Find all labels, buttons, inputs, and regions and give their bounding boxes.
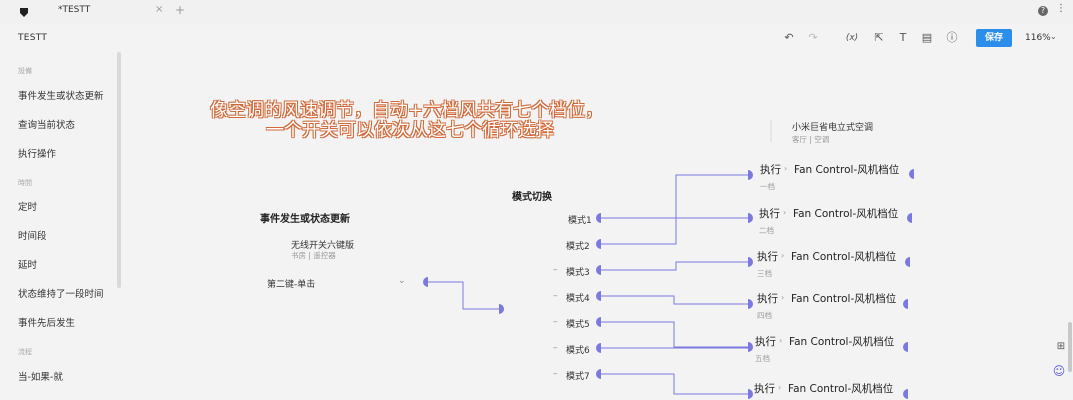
device-card-location: 客厅 | 空调 (792, 135, 830, 144)
trigger-title: 事件发生或状态更新 (260, 214, 350, 225)
action-6-target[interactable]: Fan Control-风机档位 (788, 381, 893, 396)
remove-mode-icon[interactable]: – (553, 343, 558, 353)
action-4-value: 四档 (757, 311, 772, 320)
chevron-right-icon: › (781, 251, 785, 260)
note-line-2: 一个开关可以依次从这七个循环选择 (266, 120, 554, 141)
chevron-right-icon: › (779, 336, 783, 345)
mode-1[interactable]: 模式1 (568, 213, 592, 226)
mode-6[interactable]: 模式6 (566, 343, 590, 356)
mode-5[interactable]: 模式5 (566, 317, 590, 330)
mode-4[interactable]: 模式4 (566, 291, 590, 304)
mode-switch-title: 模式切换 (512, 192, 552, 203)
assistant-icon[interactable]: ☺ (1052, 364, 1066, 378)
remove-mode-icon[interactable]: – (553, 291, 558, 301)
action-2-target[interactable]: Fan Control-风机档位 (793, 206, 898, 221)
action-4-target[interactable]: Fan Control-风机档位 (791, 291, 896, 306)
action-2-value: 二档 (759, 226, 774, 235)
action-5-label: 执行 (755, 336, 776, 348)
action-3-label: 执行 (757, 251, 778, 263)
action-4-label: 执行 (757, 293, 778, 305)
grid-icon[interactable]: ⊞ (1054, 340, 1068, 354)
chevron-down-icon[interactable]: ⌄ (398, 276, 406, 286)
mode-7[interactable]: 模式7 (566, 369, 590, 382)
action-5-target[interactable]: Fan Control-风机档位 (789, 334, 894, 349)
action-6-label: 执行 (754, 383, 775, 395)
mode-2[interactable]: 模式2 (566, 239, 590, 252)
chevron-right-icon: › (784, 164, 788, 173)
canvas-scrollbar[interactable] (1068, 322, 1072, 372)
action-5-value: 五档 (755, 354, 770, 363)
action-3-value: 三档 (757, 269, 772, 278)
trigger-event[interactable]: 第二键-单击 (267, 277, 315, 290)
remove-mode-icon[interactable]: – (553, 369, 558, 379)
action-1-value: 一档 (760, 182, 775, 191)
action-2-label: 执行 (759, 208, 780, 220)
chevron-right-icon: › (781, 293, 785, 302)
device-card-name[interactable]: 小米巨省电立式空调 (792, 120, 873, 133)
remove-mode-icon[interactable]: – (553, 317, 558, 327)
action-3-target[interactable]: Fan Control-风机档位 (791, 249, 896, 264)
chevron-right-icon: › (778, 383, 782, 392)
action-1-target[interactable]: Fan Control-风机档位 (794, 162, 899, 177)
mode-3[interactable]: 模式3 (566, 265, 590, 278)
remove-mode-icon[interactable]: – (553, 265, 558, 275)
chevron-right-icon: › (783, 208, 787, 217)
trigger-device-location: 书房 | 遥控器 (291, 251, 336, 260)
action-1-label: 执行 (760, 164, 781, 176)
